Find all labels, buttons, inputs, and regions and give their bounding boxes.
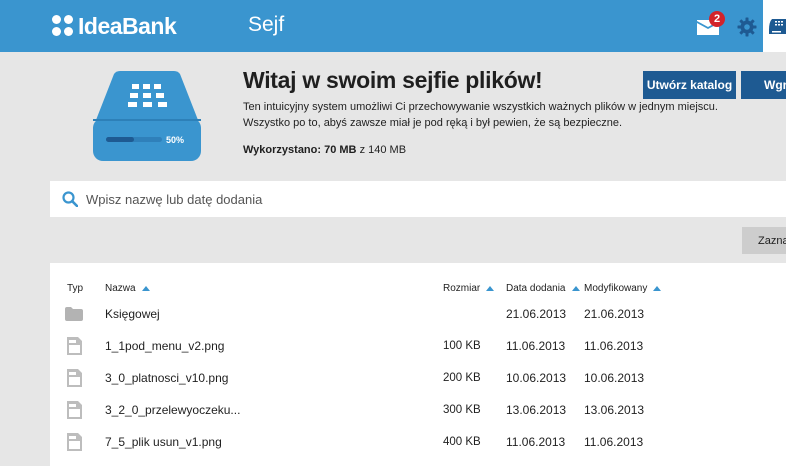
file-name: 3_0_platnosci_v10.png bbox=[105, 371, 229, 385]
logo-dots-icon bbox=[52, 15, 74, 37]
top-bar: IdeaBank Sejf 2 bbox=[0, 0, 786, 52]
date-added: 13.06.2013 bbox=[506, 403, 567, 417]
files-table: Typ Nazwa Rozmiar Data dodania Modyfikow… bbox=[50, 263, 786, 466]
folder-icon bbox=[64, 298, 84, 330]
create-folder-button[interactable]: Utwórz katalog bbox=[643, 71, 736, 99]
file-name: 1_1pod_menu_v2.png bbox=[105, 339, 225, 353]
column-header-label: Rozmiar bbox=[443, 283, 481, 294]
file-size: 400 KB bbox=[443, 436, 481, 448]
sort-arrow-icon bbox=[653, 286, 662, 291]
date-added: 11.06.2013 bbox=[506, 435, 566, 449]
hero-description-line: Ten intuicyjny system umożliwi Ci przech… bbox=[243, 101, 718, 113]
sort-arrow-icon bbox=[141, 286, 150, 291]
column-header-type[interactable]: Typ bbox=[67, 283, 83, 294]
table-row[interactable]: 7_5_plik usun_v1.png 400 KB 11.06.2013 11.0… bbox=[50, 426, 786, 458]
hero-description-line: Wszystko po to, abyś zawsze miał je pod … bbox=[243, 117, 623, 129]
column-header-size[interactable]: Rozmiar bbox=[443, 283, 495, 294]
file-name: 7_5_plik usun_v1.png bbox=[105, 435, 222, 449]
file-name: Księgowej bbox=[105, 307, 160, 321]
vault-illustration-icon: 50% bbox=[93, 71, 201, 161]
date-added: 21.06.2013 bbox=[506, 307, 567, 321]
file-size: 300 KB bbox=[443, 404, 481, 416]
file-name: 3_2_0_przelewyoczeku... bbox=[105, 403, 241, 417]
search-input[interactable] bbox=[86, 191, 686, 207]
date-modified: 11.06.2013 bbox=[584, 435, 644, 449]
select-button[interactable]: Zaznacz bbox=[742, 227, 786, 254]
storage-usage: Wykorzystano: 70 MB z 140 MB bbox=[243, 144, 406, 156]
table-row[interactable]: 3_0_platnosci_v10.png 200 KB 10.06.2013 10.… bbox=[50, 362, 786, 394]
column-header-added[interactable]: Data dodania bbox=[506, 283, 580, 294]
column-header-modified[interactable]: Modyfikowany bbox=[584, 283, 662, 294]
table-row[interactable]: 3_2_0_przelewyoczeku... 300 KB 13.06.2013 1… bbox=[50, 394, 786, 426]
column-header-label: Nazwa bbox=[105, 283, 136, 294]
file-size: 200 KB bbox=[443, 372, 481, 384]
storage-used: Wykorzystano: 70 MB bbox=[243, 144, 357, 156]
date-modified: 13.06.2013 bbox=[584, 403, 645, 417]
storage-total: z 140 MB bbox=[359, 144, 407, 156]
file-size: 100 KB bbox=[443, 340, 481, 352]
usage-bar-fill bbox=[106, 137, 134, 142]
table-row[interactable]: Księgowej 21.06.2013 21.06.2013 bbox=[50, 298, 786, 330]
sort-arrow-icon bbox=[571, 286, 580, 291]
column-header-label: Modyfikowany bbox=[584, 283, 648, 294]
gear-icon[interactable] bbox=[737, 17, 757, 37]
upload-button[interactable]: Wgraj bbox=[741, 71, 786, 99]
hero-description: Ten intuicyjny system umożliwi Ci przech… bbox=[243, 99, 718, 131]
search-icon bbox=[62, 191, 78, 207]
file-icon bbox=[64, 394, 84, 426]
date-modified: 10.06.2013 bbox=[584, 371, 645, 385]
mail-count-badge: 2 bbox=[709, 11, 725, 27]
date-modified: 11.06.2013 bbox=[584, 339, 644, 353]
column-header-name[interactable]: Nazwa bbox=[105, 283, 150, 294]
brand-logo[interactable]: IdeaBank bbox=[52, 12, 177, 40]
brand-name: IdeaBank bbox=[78, 12, 177, 39]
date-added: 10.06.2013 bbox=[506, 371, 567, 385]
column-header-label: Data dodania bbox=[506, 283, 566, 294]
file-icon bbox=[64, 426, 84, 458]
table-row[interactable]: 1_1pod_menu_v2.png 100 KB 11.06.2013 11.06.… bbox=[50, 330, 786, 362]
date-modified: 21.06.2013 bbox=[584, 307, 645, 321]
usage-percent: 50% bbox=[166, 135, 184, 145]
vault-small-icon bbox=[769, 19, 786, 34]
search-bar bbox=[50, 181, 786, 217]
file-icon bbox=[64, 330, 84, 362]
date-added: 11.06.2013 bbox=[506, 339, 566, 353]
vault-tab[interactable] bbox=[763, 0, 786, 52]
page-title: Witaj w swoim sejfie plików! bbox=[243, 67, 543, 93]
column-header-label: Typ bbox=[67, 283, 84, 294]
sort-arrow-icon bbox=[486, 286, 495, 291]
file-icon bbox=[64, 362, 84, 394]
section-title: Sejf bbox=[248, 13, 285, 36]
